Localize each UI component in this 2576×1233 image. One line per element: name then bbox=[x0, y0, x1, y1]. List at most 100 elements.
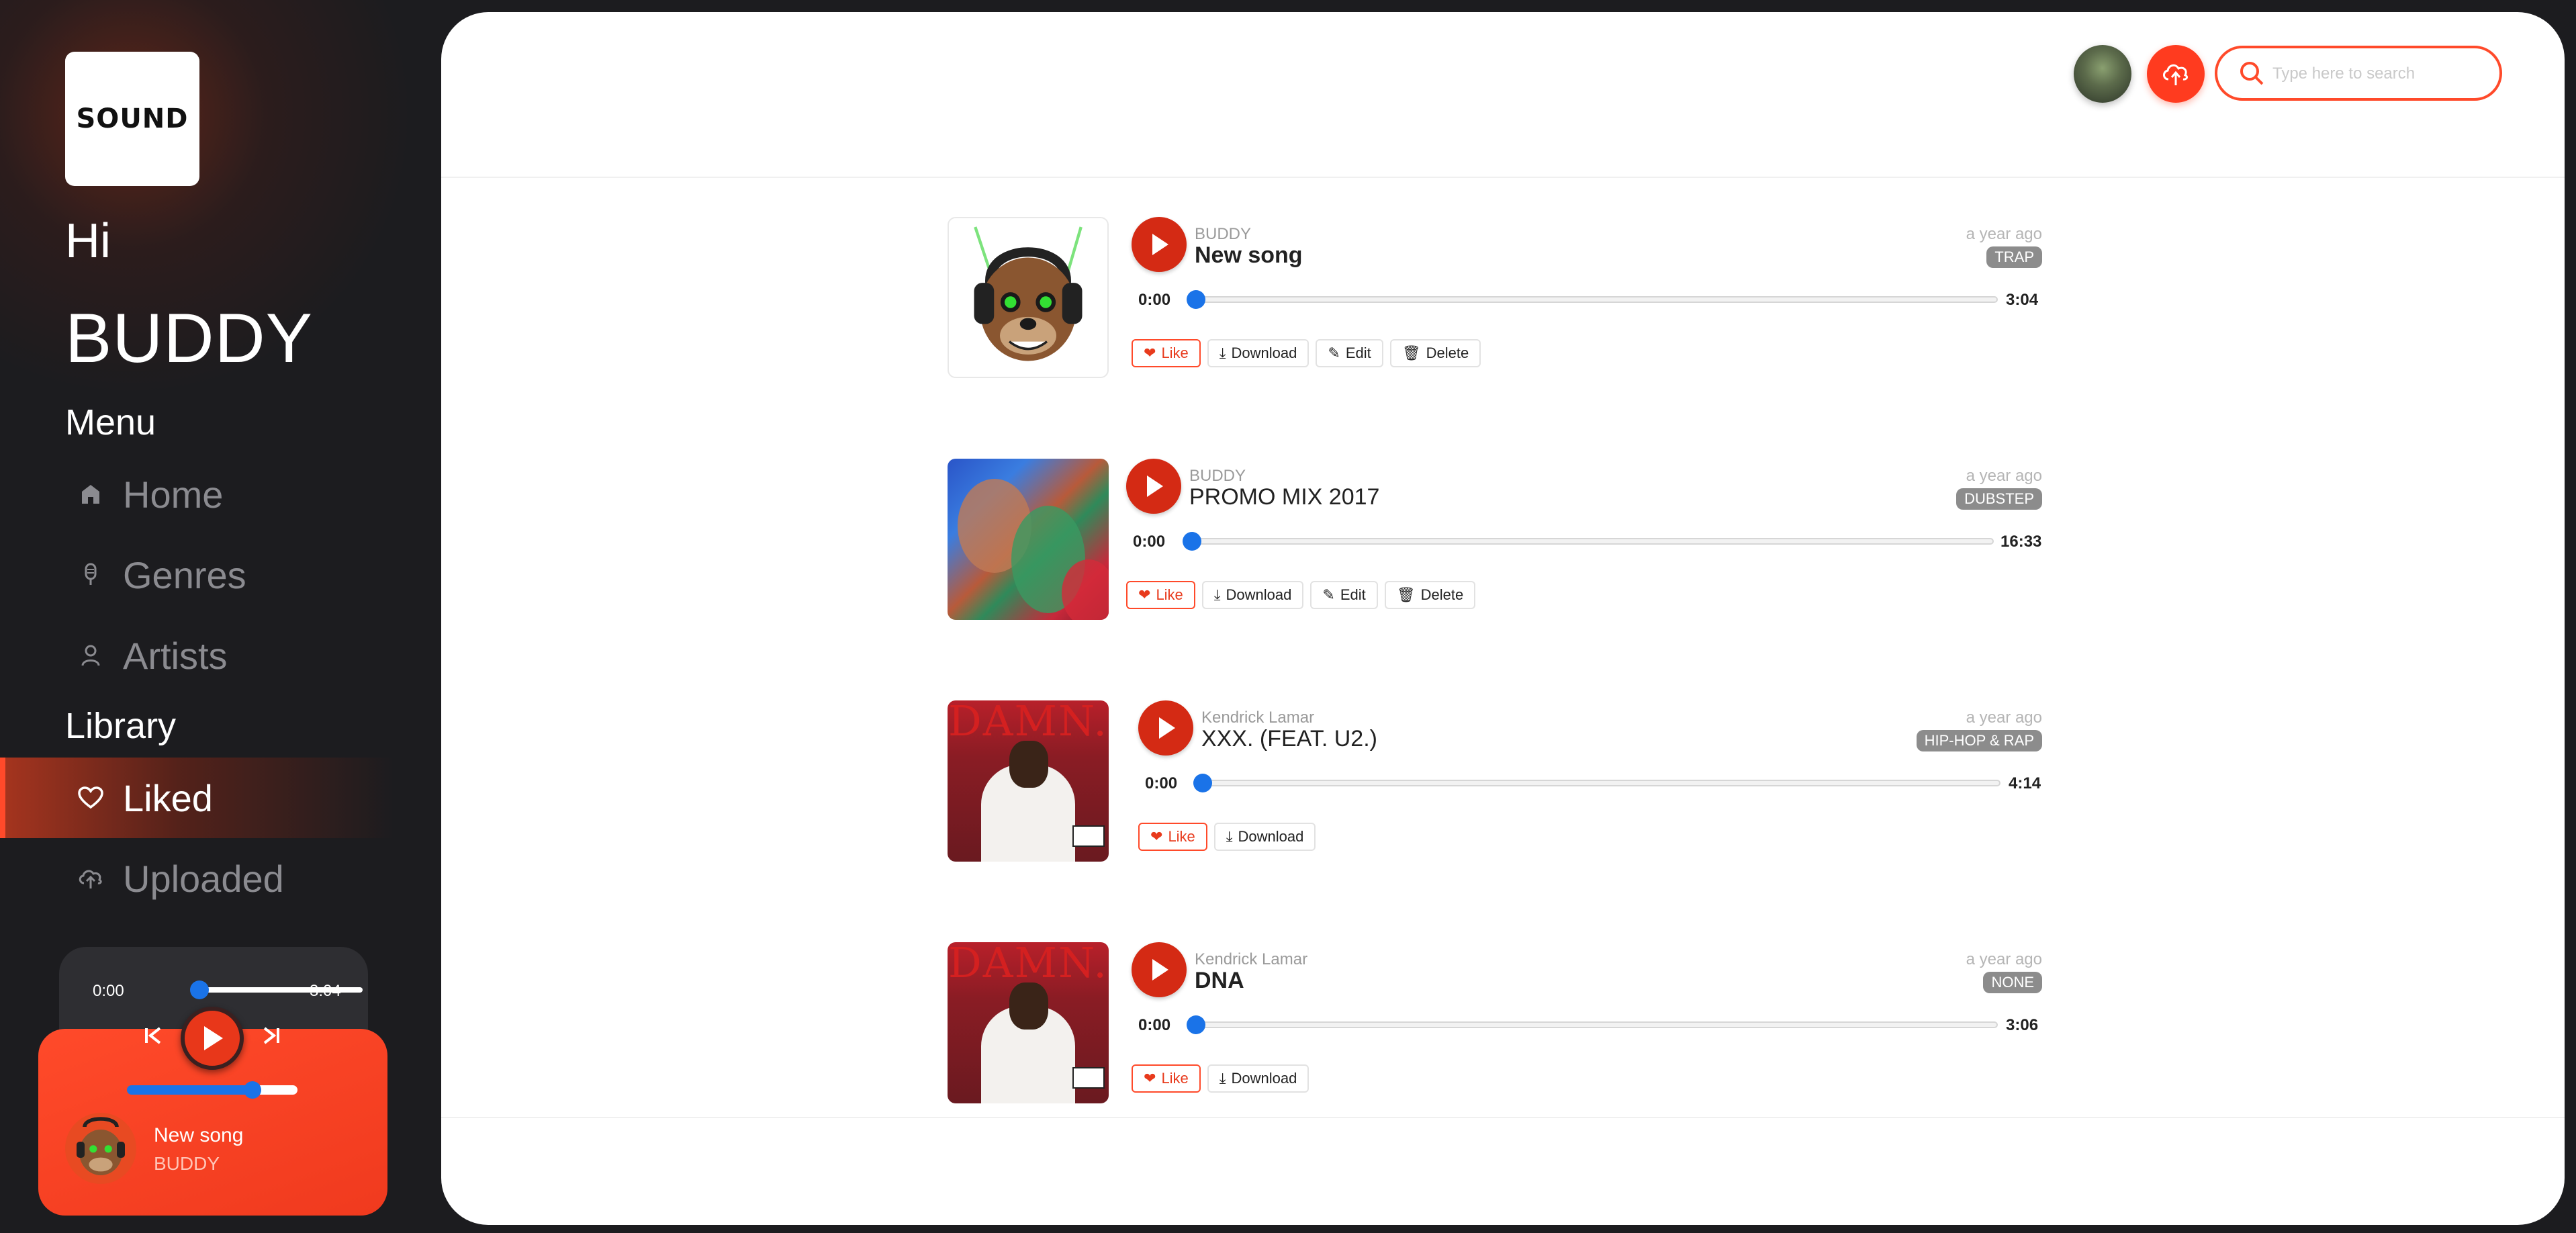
like-label: Like bbox=[1168, 828, 1195, 845]
song-title: New song bbox=[1195, 242, 1303, 268]
pencil-icon: ✎ bbox=[1322, 586, 1335, 603]
sidebar-item-home[interactable]: Home bbox=[0, 454, 389, 535]
sidebar-item-label: Uploaded bbox=[123, 857, 284, 900]
song-cover bbox=[948, 459, 1109, 620]
player-seek-thumb[interactable] bbox=[190, 980, 209, 999]
play-button[interactable] bbox=[1126, 459, 1181, 514]
play-button[interactable] bbox=[1132, 942, 1187, 997]
edit-button[interactable]: ✎ Edit bbox=[1310, 581, 1378, 609]
sidebar: SOUND Hi BUDDY Menu Home Genres Artists … bbox=[0, 0, 436, 1233]
like-button[interactable]: ❤ Like bbox=[1132, 339, 1201, 367]
sidebar-item-liked[interactable]: Liked bbox=[0, 758, 395, 838]
previous-icon[interactable] bbox=[143, 1023, 163, 1052]
song-title: PROMO MIX 2017 bbox=[1189, 484, 1380, 510]
song-cover: DAMN. bbox=[948, 700, 1109, 862]
download-button[interactable]: ⤓ Download bbox=[1207, 339, 1309, 367]
like-button[interactable]: ❤ Like bbox=[1126, 581, 1195, 609]
bear-cover-icon bbox=[974, 226, 1083, 361]
username: BUDDY bbox=[65, 300, 314, 377]
sidebar-item-uploaded[interactable]: Uploaded bbox=[0, 838, 389, 919]
sidebar-item-label: Liked bbox=[123, 776, 213, 819]
blurred-photo-icon bbox=[958, 479, 1109, 620]
volume-thumb[interactable] bbox=[244, 1081, 261, 1099]
song-seek-thumb[interactable] bbox=[1183, 532, 1201, 551]
cloud-upload-icon bbox=[77, 867, 104, 890]
song-actions: ❤ Like ⤓ Download bbox=[1138, 823, 1316, 851]
play-icon bbox=[1152, 959, 1168, 980]
player-play-button[interactable] bbox=[181, 1007, 244, 1070]
cover-head bbox=[1009, 741, 1048, 788]
song-cover: DAMN. bbox=[948, 942, 1109, 1103]
song-artist[interactable]: BUDDY bbox=[1189, 467, 1246, 486]
logo-text: SOUND bbox=[76, 103, 189, 134]
library-title: Library bbox=[65, 706, 177, 746]
song-cover bbox=[948, 217, 1109, 378]
sidebar-item-genres[interactable]: Genres bbox=[0, 535, 389, 615]
song-artist[interactable]: Kendrick Lamar bbox=[1195, 950, 1307, 969]
sidebar-item-label: Artists bbox=[123, 634, 228, 677]
song-seek-track[interactable] bbox=[1187, 1021, 1998, 1028]
edit-button[interactable]: ✎ Edit bbox=[1316, 339, 1383, 367]
genre-badge[interactable]: NONE bbox=[1983, 972, 2042, 993]
like-label: Like bbox=[1156, 586, 1183, 603]
divider bbox=[441, 1117, 2565, 1118]
upload-button[interactable] bbox=[2147, 45, 2205, 103]
download-button[interactable]: ⤓ Download bbox=[1213, 823, 1316, 851]
song-seek-track[interactable] bbox=[1187, 296, 1998, 303]
genre-badge[interactable]: TRAP bbox=[1986, 246, 2042, 268]
download-label: Download bbox=[1226, 586, 1292, 603]
download-icon: ⤓ bbox=[1213, 586, 1221, 603]
sidebar-item-artists[interactable]: Artists bbox=[0, 615, 389, 696]
avatar[interactable] bbox=[2074, 45, 2131, 103]
play-button[interactable] bbox=[1132, 217, 1187, 272]
delete-button[interactable]: 🗑 Delete bbox=[1389, 339, 1481, 367]
song-seek-thumb[interactable] bbox=[1187, 290, 1205, 309]
delete-label: Delete bbox=[1420, 586, 1464, 603]
cover-title: DAMN. bbox=[948, 942, 1108, 987]
song-artist[interactable]: BUDDY bbox=[1195, 225, 1251, 244]
search-box[interactable] bbox=[2215, 46, 2502, 101]
sidebar-item-label: Home bbox=[123, 473, 224, 516]
home-icon bbox=[77, 484, 104, 505]
now-playing-cover bbox=[65, 1113, 136, 1184]
play-button[interactable] bbox=[1138, 700, 1193, 756]
song-seek-thumb[interactable] bbox=[1187, 1015, 1205, 1034]
song-seek-thumb[interactable] bbox=[1193, 774, 1212, 792]
user-icon bbox=[77, 645, 104, 666]
song-time-ago: a year ago bbox=[1966, 225, 2042, 243]
next-icon[interactable] bbox=[261, 1023, 281, 1052]
volume-slider[interactable] bbox=[127, 1085, 297, 1095]
download-button[interactable]: ⤓ Download bbox=[1207, 1064, 1309, 1093]
delete-button[interactable]: 🗑 Delete bbox=[1384, 581, 1476, 609]
like-label: Like bbox=[1161, 345, 1189, 361]
song-artist[interactable]: Kendrick Lamar bbox=[1201, 709, 1314, 727]
like-button[interactable]: ❤ Like bbox=[1132, 1064, 1201, 1093]
menu-title: Menu bbox=[65, 402, 156, 443]
song-time-ago: a year ago bbox=[1966, 467, 2042, 485]
genre-badge[interactable]: HIP-HOP & RAP bbox=[1916, 730, 2042, 751]
download-button[interactable]: ⤓ Download bbox=[1201, 581, 1304, 609]
delete-label: Delete bbox=[1426, 345, 1469, 361]
search-input[interactable] bbox=[2271, 48, 2489, 99]
song-time-ago: a year ago bbox=[1966, 709, 2042, 727]
parental-advisory-icon bbox=[1072, 825, 1105, 847]
download-label: Download bbox=[1231, 1070, 1297, 1087]
top-bar bbox=[441, 12, 2565, 178]
cloud-upload-icon bbox=[2163, 64, 2189, 85]
play-icon bbox=[1159, 717, 1175, 739]
parental-advisory-icon bbox=[1072, 1067, 1105, 1089]
download-label: Download bbox=[1238, 828, 1304, 845]
app-logo[interactable]: SOUND bbox=[65, 52, 199, 186]
download-icon: ⤓ bbox=[1226, 828, 1233, 845]
song-seek-track[interactable] bbox=[1193, 780, 2000, 786]
pencil-icon: ✎ bbox=[1328, 345, 1340, 361]
heart-icon: ❤ bbox=[1144, 345, 1156, 361]
song-seek-track[interactable] bbox=[1183, 538, 1994, 545]
song-time-ago: a year ago bbox=[1966, 950, 2042, 968]
bear-cover-icon bbox=[77, 1117, 125, 1175]
download-label: Download bbox=[1231, 345, 1297, 361]
heart-icon bbox=[77, 786, 104, 809]
like-button[interactable]: ❤ Like bbox=[1138, 823, 1207, 851]
song-current-time: 0:00 bbox=[1133, 533, 1166, 551]
genre-badge[interactable]: DUBSTEP bbox=[1956, 488, 2042, 510]
